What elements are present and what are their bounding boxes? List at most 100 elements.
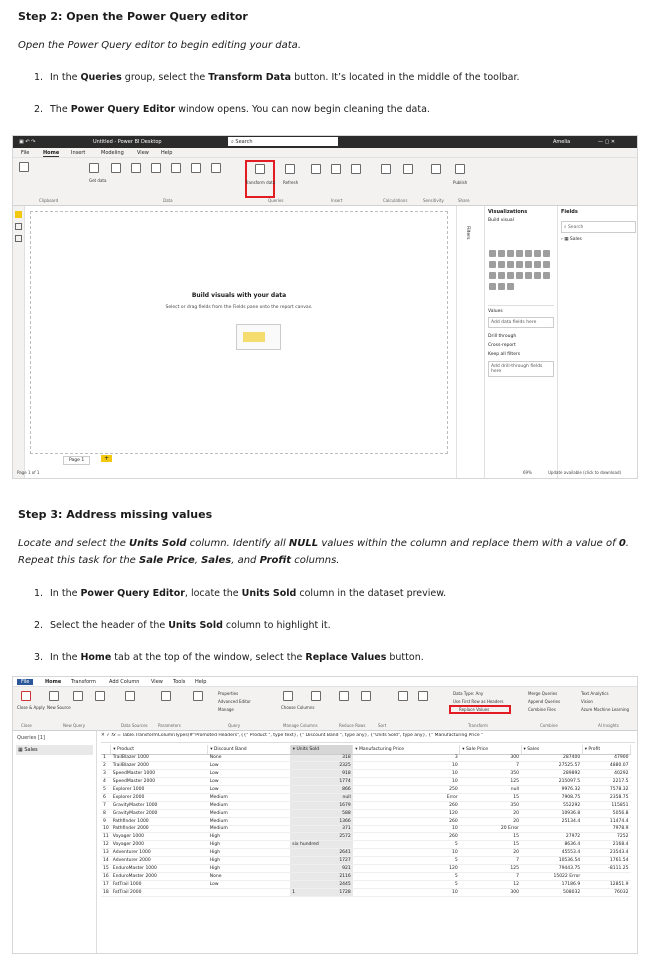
table-cell: 1366	[290, 817, 353, 826]
enter-data-icon[interactable]	[171, 163, 181, 173]
data-source-settings-icon[interactable]	[125, 691, 135, 701]
pq-menu-add-column[interactable]: Add Column	[109, 679, 139, 685]
filters-pane[interactable]: Filters	[456, 206, 484, 478]
paste-icon[interactable]	[19, 162, 29, 172]
model-view-icon[interactable]	[15, 235, 22, 242]
table-cell: 371	[290, 825, 353, 834]
menu-help[interactable]: Help	[161, 150, 172, 156]
col-units-sold[interactable]: ▾ Units Sold	[290, 745, 354, 755]
ribbon: Get data Transform data Refresh Publish …	[13, 158, 637, 206]
data-hub-icon[interactable]	[131, 163, 141, 173]
pq-menu-file[interactable]: File	[17, 679, 34, 685]
table-view-icon[interactable]	[15, 223, 22, 230]
replace-values-button[interactable]: Replace Values	[459, 707, 489, 712]
new-source-icon[interactable]	[49, 691, 59, 701]
table-cell: 5056.8	[582, 809, 631, 818]
publish-icon[interactable]	[455, 164, 465, 174]
azure-ml-button[interactable]: Azure Machine Learning	[581, 707, 629, 712]
pq-menu-home[interactable]: Home	[45, 679, 61, 685]
more-visuals-icon[interactable]	[351, 164, 361, 174]
values-well[interactable]: Add data fields here	[488, 317, 554, 328]
table-row: 6 Explorer 2000 Medium null Error 15 7908.75 23…	[101, 793, 631, 802]
refresh-preview-icon[interactable]	[193, 691, 203, 701]
menu-insert[interactable]: Insert	[71, 150, 85, 156]
pq-menu-view[interactable]: View	[151, 679, 163, 685]
fields-title: Fields	[561, 209, 578, 215]
zoom-level[interactable]: 69%	[523, 470, 532, 475]
fields-search[interactable]: ⌕ Search	[561, 221, 636, 233]
text-analytics-button[interactable]: Text Analytics	[581, 691, 609, 696]
manage-parameters-icon[interactable]	[161, 691, 171, 701]
recent-sources-icon[interactable]	[211, 163, 221, 173]
enter-data-icon[interactable]	[95, 691, 105, 701]
close-apply-label: Close & Apply	[17, 705, 45, 710]
col-profit[interactable]: ▾ Profit	[582, 745, 632, 755]
text-box-icon[interactable]	[331, 164, 341, 174]
new-measure-icon[interactable]	[381, 164, 391, 174]
remove-rows-icon[interactable]	[361, 691, 371, 701]
report-view-icon[interactable]	[15, 211, 22, 218]
excel-icon[interactable]	[111, 163, 121, 173]
table-cell: None	[207, 754, 291, 763]
refresh-icon[interactable]	[285, 164, 295, 174]
table-sales[interactable]: › ▦ Sales	[561, 237, 636, 242]
table-cell: 921	[290, 864, 353, 873]
new-visual-icon[interactable]	[311, 164, 321, 174]
advanced-editor-button[interactable]: Advanced Editor	[218, 699, 251, 704]
table-cell: Pathfinder 1000	[110, 817, 208, 826]
sensitivity-icon[interactable]	[431, 164, 441, 174]
visual-gallery[interactable]	[488, 249, 558, 293]
group-queries: Queries	[268, 198, 284, 203]
save-icon[interactable]: ▣ ↶ ↷	[19, 139, 35, 145]
keep-rows-icon[interactable]	[339, 691, 349, 701]
first-row-headers-button[interactable]: Use First Row as Headers	[453, 699, 503, 704]
menu-home[interactable]: Home	[43, 150, 60, 157]
table-cell: High	[207, 840, 291, 850]
menu-view[interactable]: View	[137, 150, 149, 156]
pq-menu-tools[interactable]: Tools	[173, 679, 185, 685]
col-product[interactable]: ▾ Product	[110, 745, 209, 755]
menu-modeling[interactable]: Modeling	[101, 150, 124, 156]
search-input[interactable]: ⌕ Search	[228, 137, 338, 146]
col-discount-band[interactable]: ▾ Discount Band	[207, 745, 291, 755]
data-type-dropdown[interactable]: Data Type: Any	[453, 691, 483, 696]
transform-data-icon[interactable]	[255, 164, 265, 174]
report-canvas[interactable]: Build visuals with your data Select or d…	[30, 211, 448, 454]
close-apply-icon[interactable]	[21, 691, 31, 701]
split-column-icon[interactable]	[398, 691, 408, 701]
table-cell: High	[207, 848, 291, 858]
drill-well[interactable]: Add drill-through fields here	[488, 361, 554, 377]
merge-queries-button[interactable]: Merge Queries	[528, 691, 557, 696]
table-cell: 1761.54	[582, 856, 631, 865]
append-queries-button[interactable]: Append Queries	[528, 699, 560, 704]
col-sales[interactable]: ▾ Sales	[521, 745, 583, 755]
recent-sources-icon[interactable]	[73, 691, 83, 701]
group-by-icon[interactable]	[418, 691, 428, 701]
pq-menu-transform[interactable]: Transform	[71, 679, 96, 685]
add-page-button[interactable]: +	[101, 455, 113, 462]
data-preview-table: ▾ Product ▾ Discount Band ▾ Units Sold ▾…	[101, 745, 632, 897]
vision-button[interactable]: Vision	[581, 699, 593, 704]
units-sold-value: 866	[342, 787, 351, 792]
combine-files-button[interactable]: Combine Files	[528, 707, 556, 712]
page-tab[interactable]: Page 1	[63, 456, 91, 465]
query-sales[interactable]: ▦ Sales	[16, 745, 93, 755]
table-cell: 287400	[521, 754, 583, 763]
manage-button[interactable]: Manage	[218, 707, 234, 712]
col-manufacturing-price[interactable]: ▾ Manufacturing Price	[352, 745, 461, 755]
window-controls[interactable]: — ▢ ✕	[598, 139, 615, 145]
col-sale-price[interactable]: ▾ Sale Price	[459, 745, 522, 755]
update-link[interactable]: Update available (click to download)	[548, 470, 621, 475]
table-row: 17 FatTrail 1000 Low 2445 5 12 17186.9 12851.9	[101, 880, 631, 889]
sql-icon[interactable]	[151, 163, 161, 173]
get-data-icon[interactable]	[89, 163, 99, 173]
table-cell: 9	[101, 817, 111, 826]
dataverse-icon[interactable]	[191, 163, 201, 173]
pq-menu-help[interactable]: Help	[195, 679, 206, 685]
properties-button[interactable]: Properties	[218, 691, 238, 696]
choose-columns-icon[interactable]	[283, 691, 293, 701]
menu-file[interactable]: File	[21, 150, 29, 156]
quick-measure-icon[interactable]	[403, 164, 413, 174]
formula-bar[interactable]: ✕ ✓ fx = Table.TransformColumnTypes(#"Pr…	[101, 733, 635, 743]
remove-columns-icon[interactable]	[311, 691, 321, 701]
